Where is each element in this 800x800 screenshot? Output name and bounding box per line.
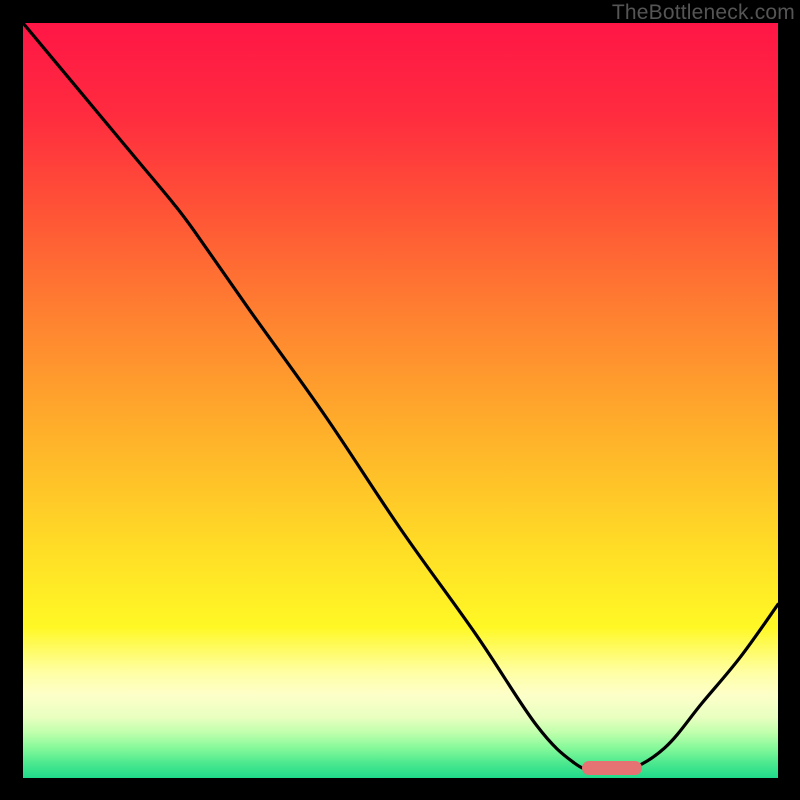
optimal-range-marker — [582, 761, 642, 775]
bottleneck-curve — [23, 23, 778, 778]
plot-area — [23, 23, 778, 778]
watermark-text: TheBottleneck.com — [612, 1, 795, 25]
chart-frame: TheBottleneck.com — [0, 0, 800, 800]
